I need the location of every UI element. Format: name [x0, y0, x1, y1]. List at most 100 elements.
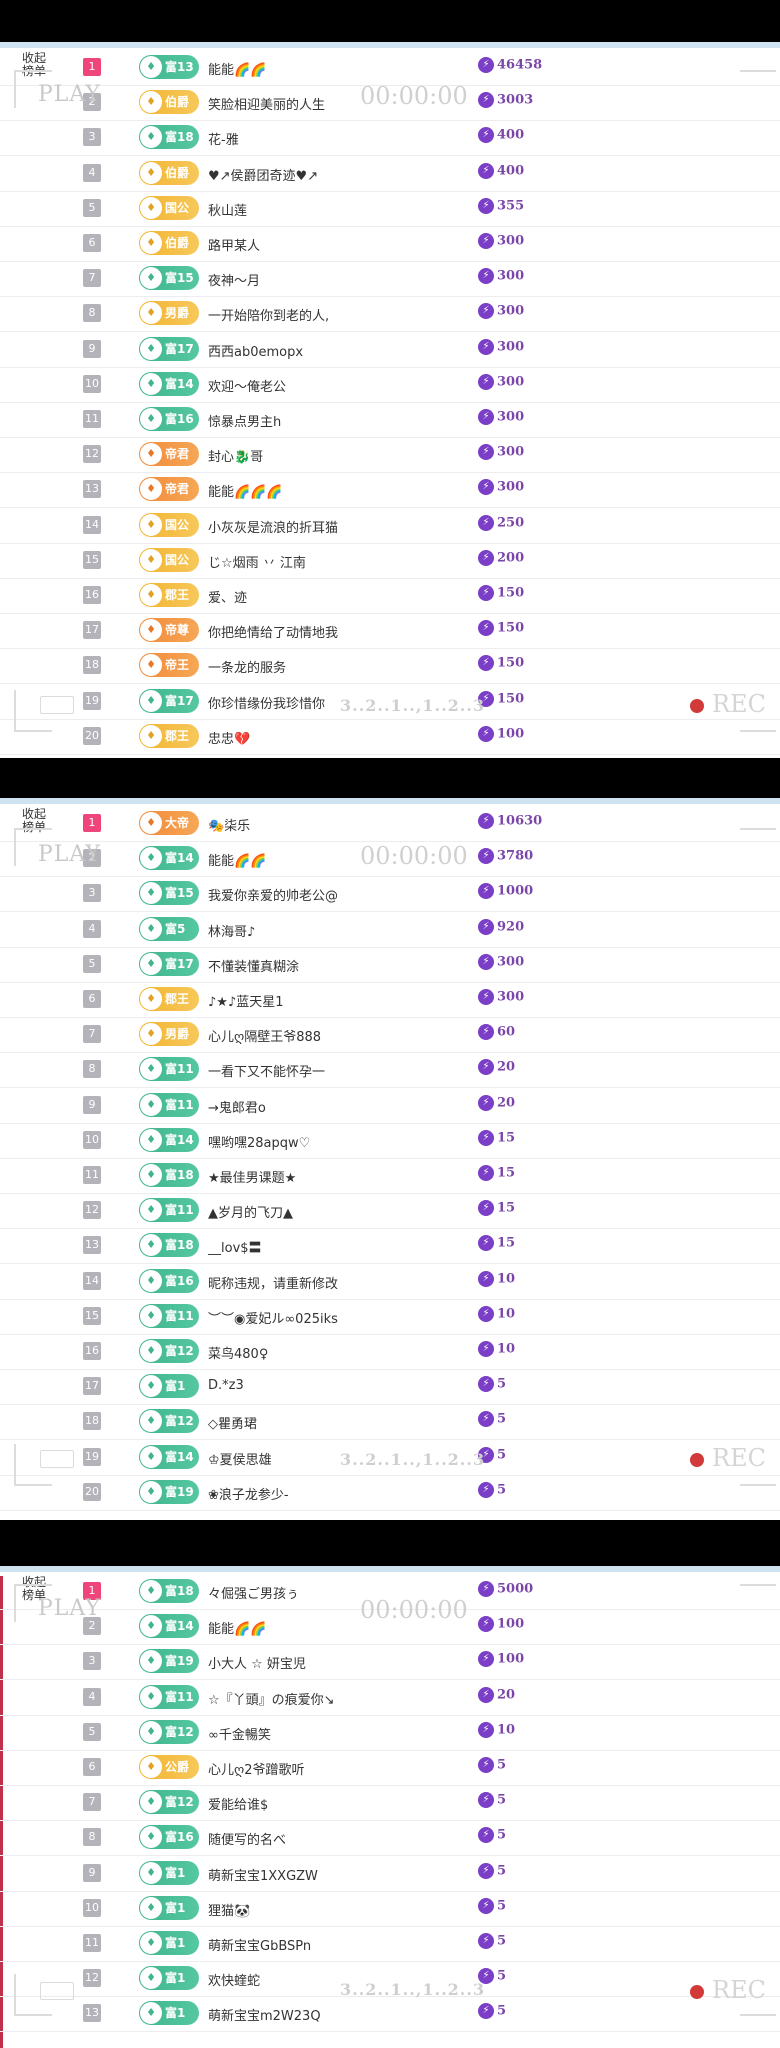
leaderboard-row[interactable]: 6 ♦ 伯爵 路甲某人 ⚡ 300 [0, 226, 780, 262]
score-value: 300 [497, 339, 525, 355]
user-nickname: 我爱你亲爱的帅老公@ [208, 889, 339, 905]
contribution-score: ⚡ 300 [478, 444, 524, 461]
score-value: 400 [497, 127, 525, 143]
contribution-score: ⚡ 250 [478, 514, 524, 531]
user-nickname: 欢快蝰蛇 [208, 1974, 261, 1990]
leaderboard-row[interactable]: 15 ♦ 富11 ︶︶◉爱妃ル∞025iks ⚡ 10 [0, 1299, 780, 1335]
leaderboard-row[interactable]: 13 ♦ 帝君 能能🌈🌈🌈 ⚡ 300 [0, 472, 780, 509]
leaderboard-row[interactable]: 10 ♦ 富14 欢迎～俺老公 ⚡ 300 [0, 367, 780, 403]
leaderboard-row[interactable]: 14 ♦ 国公 小灰灰是流浪的折耳猫 ⚡ 250 [0, 508, 780, 544]
score-value: 5 [497, 1482, 507, 1498]
leaderboard-row[interactable]: 5 ♦ 国公 秋山莲 ⚡ 355 [0, 191, 780, 227]
leaderboard-row[interactable]: 3 ♦ 富18 花-雅 ⚡ 400 [0, 120, 780, 157]
rec-dot-icon [690, 1984, 704, 1999]
leaderboard-row[interactable]: 7 ♦ 男爵 心儿ღ隔壁王爷888 ⚡ 60 [0, 1017, 780, 1054]
lightning-coin-icon: ⚡ [478, 1933, 494, 1949]
leaderboard-row[interactable]: 4 ♦ 富5 林海哥♪ ⚡ 920 [0, 912, 780, 948]
user-nickname: __lov$〓 [208, 1241, 262, 1257]
leaderboard-row[interactable]: 10 ♦ 富14 嘿哟嘿28apqw♡ ⚡ 15 [0, 1123, 780, 1159]
overlay-battery-icon [40, 696, 74, 714]
leaderboard-row[interactable]: 1 ♦ 大帝 🎭柒乐 ⚡ 10630 [0, 806, 780, 842]
leaderboard-row[interactable]: 8 ♦ 富11 一看下又不能怀孕一 ⚡ 20 [0, 1052, 780, 1089]
leaderboard-row[interactable]: 5 ♦ 富12 ∞千金暢笑 ⚡ 10 [0, 1715, 780, 1751]
rank-number: 11 [83, 1166, 101, 1184]
badge-label: 公爵 [165, 1760, 190, 1774]
user-nickname: 你把绝情给了动情地我 [208, 626, 339, 642]
badge-emblem-icon: ♦ [140, 1340, 162, 1362]
leaderboard-row[interactable]: 20 ♦ 郡王 忠忠💔 ⚡ 100 [0, 719, 780, 755]
leaderboard-row[interactable]: 6 ♦ 郡王 ♪★♪蓝天星1 ⚡ 300 [0, 982, 780, 1018]
score-value: 5 [497, 1898, 507, 1914]
level-badge: ♦ 富14 [139, 846, 199, 871]
leaderboard-row[interactable]: 10 ♦ 富1 狸猫🐼 ⚡ 5 [0, 1891, 780, 1927]
leaderboard-row[interactable]: 9 ♦ 富1 萌新宝宝1XXGZW ⚡ 5 [0, 1856, 780, 1892]
lightning-coin-icon: ⚡ [478, 1094, 494, 1111]
contribution-score: ⚡ 300 [478, 233, 524, 249]
badge-emblem-icon: ♦ [140, 548, 162, 571]
leaderboard-row[interactable]: 16 ♦ 郡王 爱、迹 ⚡ 150 [0, 578, 780, 614]
level-badge: ♦ 富17 [139, 951, 199, 976]
leaderboard-row[interactable]: 7 ♦ 富15 夜神～月 ⚡ 300 [0, 261, 780, 298]
leaderboard-row[interactable]: 9 ♦ 富17 西西ab0emopx ⚡ 300 [0, 332, 780, 368]
rank-number: 20 [83, 726, 101, 745]
leaderboard-row[interactable]: 5 ♦ 富17 不懂装懂真糊涂 ⚡ 300 [0, 947, 780, 983]
badge-label: 郡王 [165, 728, 190, 743]
leaderboard-row[interactable]: 11 ♦ 富16 惊暴点男主h ⚡ 300 [0, 402, 780, 438]
leaderboard-row[interactable]: 9 ♦ 富11 →鬼郎君o ⚡ 20 [0, 1088, 780, 1124]
leaderboard-row[interactable]: 18 ♦ 富12 ◇瞿勇珺 ⚡ 5 [0, 1404, 780, 1441]
badge-emblem-icon: ♦ [140, 1375, 162, 1398]
leaderboard-row[interactable]: 12 ♦ 帝君 封心🐉哥 ⚡ 300 [0, 437, 780, 474]
contribution-score: ⚡ 60 [478, 1024, 515, 1041]
leaderboard-row[interactable]: 17 ♦ 帝尊 你把绝情给了动情地我 ⚡ 150 [0, 613, 780, 650]
score-value: 5000 [497, 1581, 534, 1597]
badge-emblem-icon: ♦ [140, 1580, 162, 1602]
leaderboard-row[interactable]: 17 ♦ 富1 D.*z3 ⚡ 5 [0, 1369, 780, 1406]
leaderboard-row[interactable]: 3 ♦ 富19 小大人 ☆ 妍宝児 ⚡ 100 [0, 1644, 780, 1681]
badge-emblem-icon: ♦ [140, 443, 162, 466]
badge-label: 郡王 [165, 588, 190, 602]
score-value: 150 [497, 655, 525, 671]
leaderboard-row[interactable]: 11 ♦ 富1 萌新宝宝GbBSPn ⚡ 5 [0, 1926, 780, 1962]
badge-emblem-icon: ♦ [140, 1058, 162, 1081]
rank-number: 6 [83, 234, 101, 252]
score-value: 150 [497, 585, 525, 601]
leaderboard-row[interactable]: 15 ♦ 国公 じ☆烟雨 丷 江南 ⚡ 200 [0, 543, 780, 579]
leaderboard-row[interactable]: 1 ♦ 富13 能能🌈🌈 ⚡ 46458 [0, 50, 780, 86]
contribution-score: ⚡ 300 [478, 303, 524, 320]
leaderboard-row[interactable]: 11 ♦ 富18 ★最佳男课题★ ⚡ 15 [0, 1158, 780, 1194]
user-nickname: ♥↗侯爵团奇迹♥↗ [208, 168, 319, 184]
score-value: 300 [497, 374, 525, 390]
leaderboard-row[interactable]: 16 ♦ 富12 菜鸟480♀ ⚡ 10 [0, 1334, 780, 1370]
contribution-score: ⚡ 5 [478, 1757, 506, 1773]
leaderboard-row[interactable]: 7 ♦ 富12 爱能给谁$ ⚡ 5 [0, 1785, 780, 1822]
leaderboard-row[interactable]: 3 ♦ 富15 我爱你亲爱的帅老公@ ⚡ 1000 [0, 876, 780, 913]
user-nickname: 一看下又不能怀孕一 [208, 1065, 326, 1081]
level-badge: ♦ 国公 [139, 512, 199, 537]
leaderboard-row[interactable]: 13 ♦ 富1 萌新宝宝m2W23Q ⚡ 5 [0, 1996, 780, 2033]
badge-label: 富17 [165, 693, 194, 708]
badge-label: 帝君 [165, 482, 190, 497]
badge-label: 大帝 [165, 816, 190, 830]
leaderboard-row[interactable]: 20 ♦ 富19 ❀浪子龙参少- ⚡ 5 [0, 1475, 780, 1511]
level-badge: ♦ 国公 [139, 195, 199, 220]
contribution-score: ⚡ 1000 [478, 883, 533, 900]
level-badge: ♦ 富11 [139, 1198, 199, 1223]
badge-label: 富14 [165, 1449, 194, 1464]
leaderboard-row[interactable]: 8 ♦ 男爵 一开始陪你到老的人, ⚡ 300 [0, 296, 780, 333]
leaderboard-row[interactable]: 4 ♦ 伯爵 ♥↗侯爵团奇迹♥↗ ⚡ 400 [0, 156, 780, 192]
leaderboard-row[interactable]: 4 ♦ 富11 ☆『丫頭』の痕爱你↘ ⚡ 20 [0, 1680, 780, 1716]
leaderboard-row[interactable]: 12 ♦ 富11 ▲岁月的飞刀▲ ⚡ 15 [0, 1193, 780, 1230]
leaderboard-row[interactable]: 13 ♦ 富18 __lov$〓 ⚡ 15 [0, 1228, 780, 1265]
leaderboard-row[interactable]: 6 ♦ 公爵 心儿ღ2爷蹭歌听 ⚡ 5 [0, 1750, 780, 1786]
score-value: 10 [497, 1722, 516, 1738]
leaderboard-row[interactable]: 18 ♦ 帝王 一条龙的服务 ⚡ 150 [0, 648, 780, 685]
level-badge: ♦ 国公 [139, 547, 199, 572]
lightning-coin-icon: ⚡ [478, 409, 494, 425]
score-value: 5 [497, 1792, 507, 1808]
leaderboard-row[interactable]: 8 ♦ 富16 随便写的名べ ⚡ 5 [0, 1820, 780, 1857]
leaderboard-row[interactable]: 14 ♦ 富16 昵称违规，请重新修改 ⚡ 10 [0, 1264, 780, 1300]
badge-emblem-icon: ♦ [140, 1932, 162, 1954]
badge-emblem-icon: ♦ [140, 1685, 162, 1708]
rank-number: 1 [83, 58, 101, 76]
badge-emblem-icon: ♦ [140, 1615, 162, 1638]
